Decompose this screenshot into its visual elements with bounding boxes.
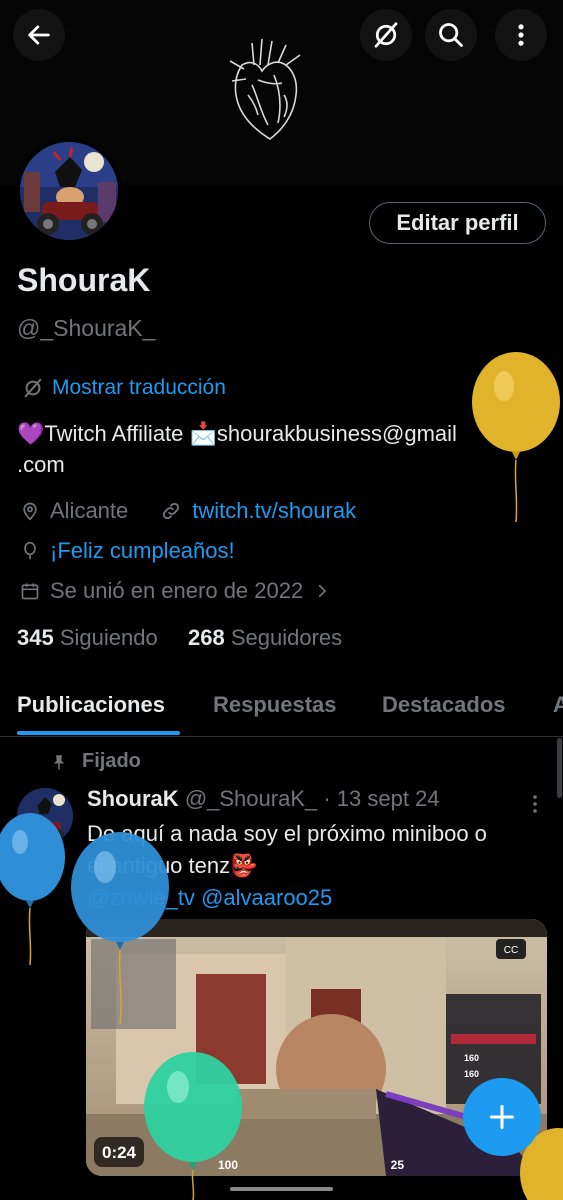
compose-fab-button[interactable]: [463, 1078, 541, 1156]
follow-stats: 345 Siguiendo 268 Seguidores: [17, 625, 342, 651]
birthday-label[interactable]: ¡Feliz cumpleaños!: [50, 538, 235, 564]
tweet-mention-alvaaroo[interactable]: @alvaaroo25: [201, 885, 332, 910]
green-balloon-decoration: [144, 1052, 242, 1200]
profile-tabs: Publicaciones Respuestas Destacados A: [0, 688, 563, 737]
followers-stat[interactable]: 268 Seguidores: [188, 625, 342, 650]
calendar-icon: [21, 583, 39, 600]
purple-heart-emoji: 💜: [17, 421, 45, 446]
home-indicator[interactable]: [230, 1187, 333, 1191]
location-pin-icon: [23, 502, 37, 521]
blue-balloon-decoration-center: [71, 832, 169, 1025]
edit-profile-button[interactable]: Editar perfil: [369, 202, 546, 244]
followers-count: 268: [187, 625, 225, 650]
hud-cost-2: 160: [464, 1069, 479, 1079]
tweet-more-icon[interactable]: [527, 792, 543, 816]
hud-ammo: 25: [391, 1158, 405, 1172]
more-vertical-icon: [518, 24, 524, 46]
tab-destacados[interactable]: Destacados: [382, 692, 506, 718]
search-icon: [439, 23, 463, 47]
link-icon: [163, 502, 180, 520]
bio-email-tail: .com: [17, 452, 65, 477]
tweet-date[interactable]: · 13 sept 24: [323, 786, 439, 811]
followers-label: Seguidores: [230, 625, 343, 650]
profile-meta-row: Alicante twitch.tv/shourak: [20, 498, 356, 524]
tweet-header: ShouraK @_ShouraK_ · 13 sept 24: [87, 786, 440, 812]
tweet-author-handle[interactable]: @_ShouraK_: [185, 786, 317, 811]
cc-label: CC: [504, 945, 518, 956]
tab-publicaciones[interactable]: Publicaciones: [17, 692, 165, 718]
following-count: 345: [17, 625, 54, 650]
tab-respuestas[interactable]: Respuestas: [213, 692, 337, 718]
balloon-icon: [24, 541, 36, 560]
tweet-author-name[interactable]: ShouraK: [87, 786, 179, 811]
pinned-indicator: Fijado: [50, 750, 141, 773]
translate-icon: [24, 378, 42, 398]
profile-avatar[interactable]: [16, 138, 122, 244]
avatar-image: [20, 142, 118, 240]
profile-location: Alicante: [50, 498, 129, 523]
translate-button[interactable]: [360, 9, 412, 61]
chevron-right-icon: [319, 584, 327, 598]
video-duration: 0:24: [102, 1143, 137, 1162]
following-label: Siguiendo: [59, 625, 158, 650]
anatomical-heart-illustration: [229, 38, 301, 140]
envelope-emoji: 📩: [189, 421, 217, 446]
birthday-row: ¡Feliz cumpleaños!: [20, 538, 235, 564]
profile-bio: 💜Twitch Affiliate 📩shourakbusiness@gmail…: [17, 418, 537, 480]
plus-icon: [489, 1104, 515, 1130]
profile-handle: @_ShouraK_: [17, 315, 156, 341]
blue-balloon-decoration-left: [0, 813, 65, 966]
joined-date: Se unió en enero de 2022: [50, 578, 304, 603]
active-tab-indicator: [17, 731, 180, 735]
translate-off-icon: [374, 22, 398, 48]
scrollbar[interactable]: [557, 738, 562, 798]
more-options-button[interactable]: [495, 9, 547, 61]
profile-link[interactable]: twitch.tv/shourak: [192, 498, 356, 524]
profile-name: ShouraK: [17, 262, 151, 298]
show-translation-link[interactable]: Mostrar traducción: [22, 376, 226, 400]
joined-row[interactable]: Se unió en enero de 2022: [20, 578, 331, 604]
tab-articles[interactable]: A: [553, 692, 563, 718]
search-button[interactable]: [425, 9, 477, 61]
bio-text: Twitch Affiliate: [44, 421, 190, 446]
show-translation-label: Mostrar traducción: [52, 376, 226, 399]
pin-icon: [53, 754, 65, 769]
arrow-left-icon: [28, 25, 50, 45]
bio-email: shourakbusiness@gmail: [216, 421, 457, 446]
back-button[interactable]: [13, 9, 65, 61]
hud-cost-1: 160: [464, 1053, 479, 1063]
following-stat[interactable]: 345 Siguiendo: [17, 625, 158, 650]
pinned-label: Fijado: [82, 750, 141, 772]
yellow-balloon-decoration: [472, 352, 560, 523]
